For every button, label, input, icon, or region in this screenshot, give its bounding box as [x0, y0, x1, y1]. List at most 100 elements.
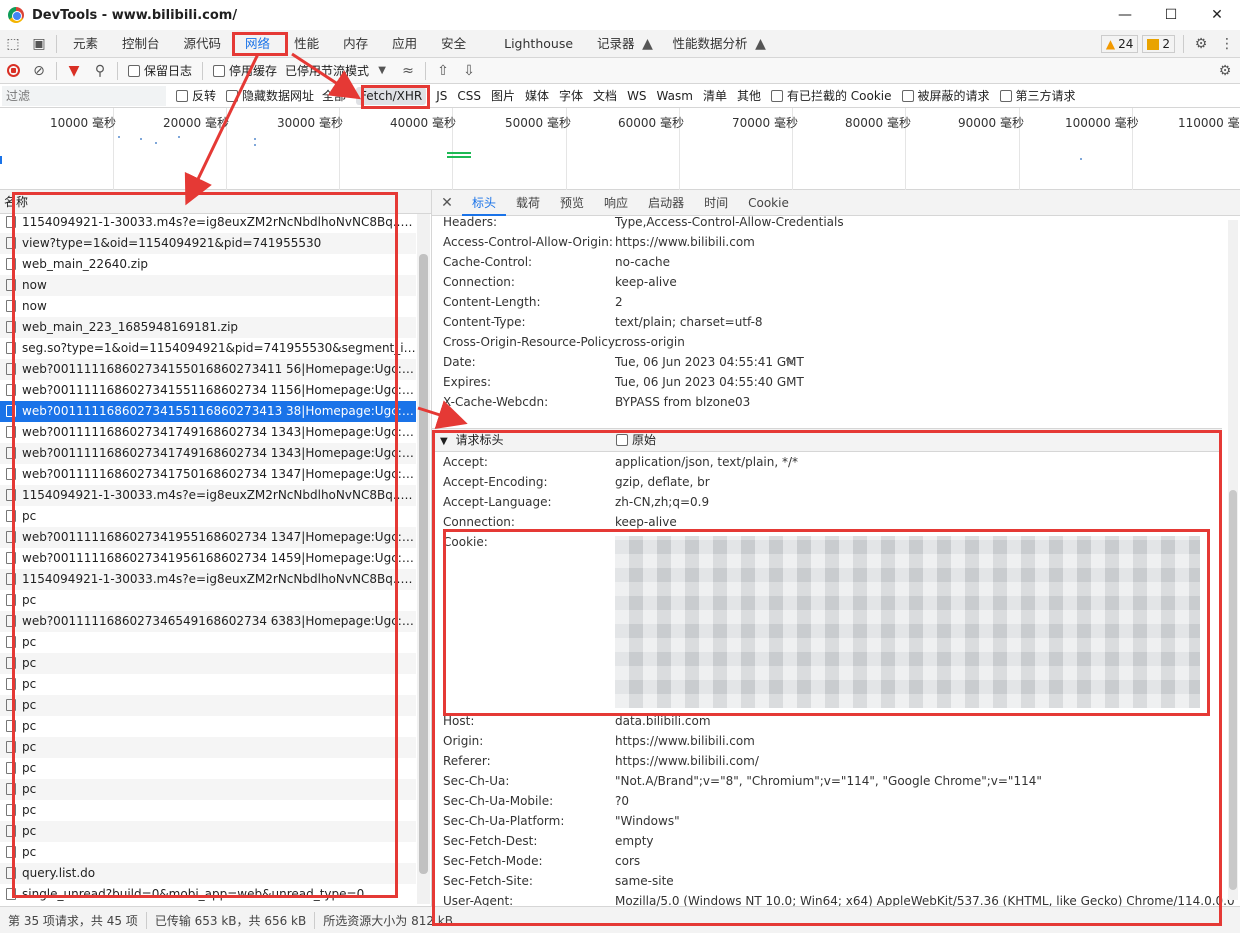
title-bar: DevTools - www.bilibili.com/ — ☐ ✕	[0, 0, 1240, 30]
type-filter-all[interactable]: 全部	[322, 87, 346, 104]
type-filter-js[interactable]: JS	[436, 89, 447, 103]
invert-checkbox[interactable]: 反转	[176, 87, 216, 104]
header-key: Expires:	[443, 375, 491, 389]
hide-data-urls-checkbox[interactable]: 隐藏数据网址	[226, 87, 314, 104]
header-row: Cross-Origin-Resource-Policy: cross-origi…	[443, 332, 1233, 352]
edit-pencil-icon[interactable]: ✎	[785, 352, 795, 372]
timeline-mark	[140, 138, 142, 140]
minimize-icon[interactable]: —	[1102, 0, 1148, 30]
tab-performance-insights[interactable]: 性能数据分析	[661, 30, 760, 58]
timeline-tick: 110000 毫秒	[1178, 116, 1240, 130]
transferred-size: 已传输 653 kB，共 656 kB	[147, 911, 316, 929]
tab-console[interactable]: 控制台	[110, 30, 172, 58]
tab-performance[interactable]: 性能	[282, 30, 331, 58]
network-conditions-icon[interactable]: ≈	[395, 58, 421, 84]
close-icon[interactable]: ✕	[1194, 0, 1240, 30]
timeline-tick: 10000 毫秒	[50, 116, 116, 130]
tab-application[interactable]: 应用	[380, 30, 429, 58]
checkbox-box	[128, 64, 140, 77]
type-filter-manifest[interactable]: 清单	[703, 87, 727, 104]
preserve-log-checkbox[interactable]: 保留日志	[128, 62, 192, 79]
network-toolbar: ⊘ ▼ ⚲ 保留日志 停用缓存 已停用节流模式 ▼ ≈ ⇧ ⇩ ⚙	[0, 58, 1240, 84]
scroll-thumb[interactable]	[1229, 490, 1237, 890]
header-row: Headers: Type,Access-Control-Allow-Creden…	[443, 212, 1233, 232]
blocked-requests-checkbox[interactable]: 被屏蔽的请求	[901, 87, 990, 104]
record-stop-icon[interactable]	[0, 58, 26, 84]
header-key: Cache-Control:	[443, 255, 533, 269]
type-filter-other[interactable]: 其他	[737, 87, 761, 104]
disable-cache-label: 停用缓存	[229, 64, 278, 78]
type-filter-doc[interactable]: 文档	[593, 87, 617, 104]
header-row: Content-Type: text/plain; charset=utf-8	[443, 312, 1233, 332]
type-filter-wasm[interactable]: Wasm	[657, 89, 693, 103]
timeline-mark	[155, 142, 157, 144]
header-value: Tue, 06 Jun 2023 04:55:41 GMT	[615, 355, 804, 369]
filter-bar: 过滤 反转 隐藏数据网址 全部 Fetch/XHR JS CSS 图片 媒体 字…	[0, 84, 1240, 108]
third-party-label: 第三方请求	[1015, 89, 1076, 103]
header-value: Type,Access-Control-Allow-Credentials	[615, 215, 844, 229]
device-toolbar-icon[interactable]: ▣	[26, 30, 52, 58]
close-detail-icon[interactable]: ✕	[432, 195, 462, 211]
inspect-element-icon[interactable]: ⬚	[0, 30, 26, 58]
header-key: Content-Type:	[443, 315, 526, 329]
warnings-badge[interactable]: ▲ 24	[1100, 35, 1139, 53]
type-filter-font[interactable]: 字体	[559, 87, 583, 104]
gear-icon[interactable]: ⚙	[1212, 58, 1238, 84]
blocked-cookies-checkbox[interactable]: 有已拦截的 Cookie	[770, 87, 892, 104]
import-har-icon[interactable]: ⇧	[430, 58, 456, 84]
timeline-mark	[178, 136, 180, 138]
header-row: Content-Length: 2	[443, 292, 1233, 312]
tabbar-right: ▲ 24 2 ⚙ ⋮	[1100, 30, 1240, 58]
maximize-icon[interactable]: ☐	[1148, 0, 1194, 30]
disable-cache-checkbox[interactable]: 停用缓存	[213, 62, 277, 79]
gear-icon[interactable]: ⚙	[1188, 30, 1214, 58]
scroll-thumb[interactable]	[419, 254, 428, 874]
checkbox-box	[770, 89, 783, 102]
timeline-mark	[1080, 158, 1082, 160]
divider	[56, 61, 57, 80]
chevron-down-icon[interactable]: ▼	[369, 58, 395, 84]
detail-scrollbar[interactable]	[1228, 220, 1238, 900]
type-filter-img[interactable]: 图片	[491, 87, 515, 104]
header-key: Date:	[443, 355, 476, 369]
header-key: Content-Length:	[443, 295, 541, 309]
clear-icon[interactable]: ⊘	[26, 58, 52, 84]
type-filter-ws[interactable]: WS	[627, 89, 646, 103]
invert-label: 反转	[192, 89, 217, 103]
annotation-box-request-list	[12, 192, 398, 898]
timeline-tick: 60000 毫秒	[618, 116, 684, 130]
divider	[56, 34, 57, 53]
request-list-scrollbar[interactable]	[417, 214, 430, 904]
timeline-tick: 80000 毫秒	[845, 116, 911, 130]
header-row: X-Cache-Webcdn: BYPASS from blzone03	[443, 392, 1233, 412]
tab-sources[interactable]: 源代码	[172, 30, 234, 58]
issue-icon	[1147, 38, 1160, 50]
timeline-tick: 30000 毫秒	[277, 116, 343, 130]
header-key: Connection:	[443, 275, 515, 289]
search-icon[interactable]: ⚲	[87, 58, 113, 84]
header-row: Cache-Control: no-cache	[443, 252, 1233, 272]
timeline-overview[interactable]: 10000 毫秒 20000 毫秒 30000 毫秒 40000 毫秒 5000…	[0, 108, 1240, 190]
timeline-mark	[118, 136, 120, 138]
timeline-mark	[447, 156, 471, 158]
type-filter-css[interactable]: CSS	[457, 89, 481, 103]
timeline-mark	[254, 144, 256, 146]
header-value: Tue, 06 Jun 2023 04:55:40 GMT	[615, 375, 804, 389]
export-har-icon[interactable]: ⇩	[456, 58, 482, 84]
timeline-mark	[447, 152, 471, 154]
filter-input[interactable]: 过滤	[2, 85, 166, 106]
divider	[117, 61, 118, 80]
tab-elements[interactable]: 元素	[61, 30, 110, 58]
issues-badge[interactable]: 2	[1142, 35, 1175, 53]
third-party-checkbox[interactable]: 第三方请求	[999, 87, 1076, 104]
throttle-select[interactable]: 已停用节流模式	[285, 62, 369, 79]
more-vert-icon[interactable]: ⋮	[1214, 30, 1240, 58]
tab-security[interactable]: 安全	[429, 30, 478, 58]
tab-memory[interactable]: 内存	[331, 30, 380, 58]
issues-count: 2	[1162, 37, 1170, 51]
filter-icon[interactable]: ▼	[61, 58, 87, 84]
type-filter-media[interactable]: 媒体	[525, 87, 549, 104]
header-key: Headers:	[443, 215, 497, 229]
divider	[202, 61, 204, 80]
tab-lighthouse[interactable]: Lighthouse	[492, 30, 585, 58]
